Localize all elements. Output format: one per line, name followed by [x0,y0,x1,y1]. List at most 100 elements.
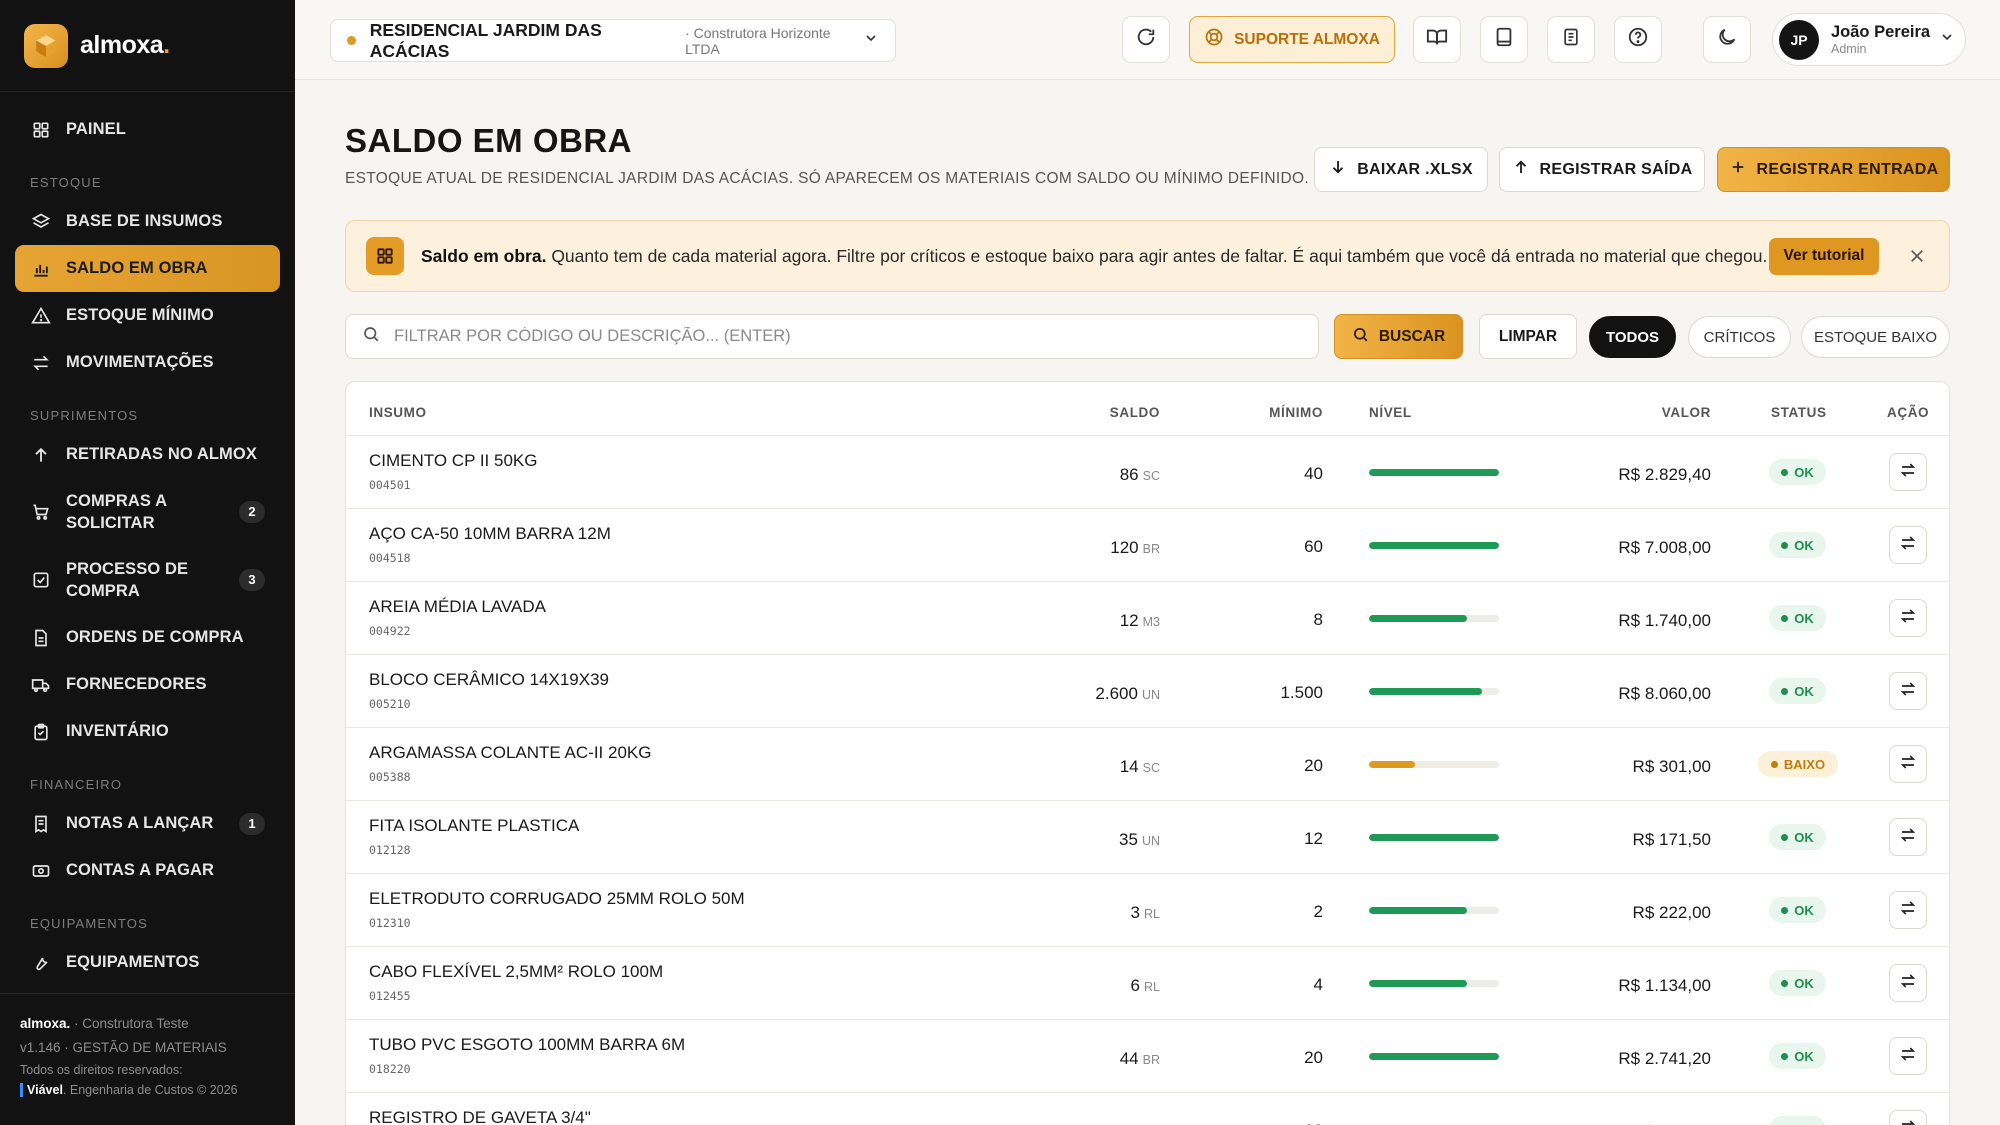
level-bar [1369,469,1499,476]
sidebar-item-label: PROCESSO DE COMPRA [66,560,189,600]
item-code: 005210 [369,697,411,711]
support-button[interactable]: SUPORTE ALMOXA [1189,16,1395,63]
table-row[interactable]: CIMENTO CP II 50KG 004501 86 SC 40 R$ 2.829,4… [346,436,1949,509]
move-button[interactable] [1889,745,1927,783]
level-bar-fill [1369,907,1467,914]
sidebar-item-contas-pagar[interactable]: CONTAS A PAGAR [15,847,280,894]
table-row[interactable]: CABO FLEXÍVEL 2,5MM² ROLO 100M 012455 6 RL 4… [346,947,1949,1020]
sidebar-item-label: BASE DE INSUMOS [66,212,223,230]
item-code: 005388 [369,770,411,784]
item-minimo: 40 [1304,464,1323,483]
cart-icon [30,501,52,523]
sidebar-item-base-insumos[interactable]: BASE DE INSUMOS [15,198,280,245]
move-button[interactable] [1889,1110,1927,1125]
sidebar-item-fornecedores[interactable]: FORNECEDORES [15,661,280,708]
stock-table: INSUMO SALDO MÍNIMO NÍVEL VALOR STATUS A… [345,381,1950,1125]
refresh-button[interactable] [1122,16,1170,63]
sidebar-item-notas-lancar[interactable]: NOTAS A LANÇAR 1 [15,800,280,847]
move-button[interactable] [1889,672,1927,710]
search-button[interactable]: BUSCAR [1334,314,1463,359]
book-button[interactable] [1480,16,1528,63]
sidebar-item-label: MOVIMENTAÇÕES [66,353,214,371]
layers-icon [30,211,52,233]
table-row[interactable]: TUBO PVC ESGOTO 100MM BARRA 6M 018220 44 BR… [346,1020,1949,1093]
download-xlsx-button[interactable]: BAIXAR .XLSX [1314,147,1488,192]
status-badge: OK [1769,532,1826,558]
sidebar-item-movimentacoes[interactable]: MOVIMENTAÇÕES [15,339,280,386]
table-row[interactable]: REGISTRO DE GAVETA 3/4"18UN10R$ 513,00OK [346,1093,1949,1125]
status-label: OK [1794,902,1814,918]
th-insumo[interactable]: INSUMO [369,405,427,420]
register-exit-button[interactable]: REGISTRAR SAÍDA [1499,147,1705,192]
book-open-button[interactable] [1413,16,1461,63]
status-badge: OK [1769,1116,1826,1125]
filter-estoque-baixo[interactable]: ESTOQUE BAIXO [1801,316,1950,358]
sidebar-item-estoque-minimo[interactable]: ESTOQUE MÍNIMO [15,292,280,339]
sidebar-item-painel[interactable]: PAINEL [15,106,280,153]
table-row[interactable]: BLOCO CERÂMICO 14X19X39 005210 2.600 UN 1.50… [346,655,1949,728]
avatar: JP [1779,19,1819,60]
item-name: FITA ISOLANTE PLASTICA [369,816,580,835]
chevron-down-icon [1939,29,1955,50]
sidebar-item-label: COMPRAS A SOLICITAR [66,492,167,532]
brand[interactable]: almoxa. [0,0,295,92]
filter-criticos[interactable]: CRÍTICOS [1688,316,1791,358]
swap-icon [1899,680,1917,703]
sidebar-item-processo-compra[interactable]: PROCESSO DE COMPRA 3 [15,546,280,614]
refresh-icon [1135,26,1157,53]
sidebar-item-retiradas[interactable]: RETIRADAS NO ALMOX [15,431,280,478]
filter-todos[interactable]: TODOS [1589,316,1676,358]
sidebar-item-compras-solicitar[interactable]: COMPRAS A SOLICITAR 2 [15,478,280,546]
table-header: INSUMO SALDO MÍNIMO NÍVEL VALOR STATUS A… [346,382,1949,436]
sidebar-item-saldo-obra[interactable]: SALDO EM OBRA [15,245,280,292]
table-row[interactable]: ARGAMASSA COLANTE AC-II 20KG 005388 14 SC 20… [346,728,1949,801]
sidebar-item-inventario[interactable]: INVENTÁRIO [15,708,280,755]
sidebar-item-equipamentos[interactable]: EQUIPAMENTOS [15,939,280,986]
status-badge: OK [1769,897,1826,923]
clear-button[interactable]: LIMPAR [1479,314,1577,359]
tutorial-button[interactable]: Ver tutorial [1769,237,1879,275]
help-button[interactable] [1614,16,1662,63]
th-minimo[interactable]: MÍNIMO [1269,405,1323,420]
th-valor[interactable]: VALOR [1662,405,1711,420]
level-bar [1369,542,1499,549]
theme-toggle-button[interactable] [1703,16,1751,63]
table-row[interactable]: ELETRODUTO CORRUGADO 25MM ROLO 50M 012310… [346,874,1949,947]
move-button[interactable] [1889,818,1927,856]
move-button[interactable] [1889,453,1927,491]
document-button[interactable] [1547,16,1595,63]
move-button[interactable] [1889,526,1927,564]
move-button[interactable] [1889,964,1927,1002]
register-entry-button[interactable]: REGISTRAR ENTRADA [1717,147,1950,192]
level-bar-fill [1369,834,1499,841]
sidebar-item-ordens-compra[interactable]: ORDENS DE COMPRA [15,614,280,661]
th-saldo[interactable]: SALDO [1110,405,1160,420]
table-row[interactable]: FITA ISOLANTE PLASTICA 012128 35 UN 12 R$ 171… [346,801,1949,874]
user-role: Admin [1831,42,1867,56]
move-button[interactable] [1889,1037,1927,1075]
table-row[interactable]: AÇO CA-50 10MM BARRA 12M 004518 120 BR 60 R$ … [346,509,1949,582]
move-button[interactable] [1889,891,1927,929]
register-exit-label: REGISTRAR SAÍDA [1539,160,1693,178]
item-valor: R$ 2.829,40 [1618,465,1711,484]
project-select[interactable]: RESIDENCIAL JARDIM DAS ACÁCIAS · Constru… [330,19,896,62]
search-field[interactable] [345,314,1319,359]
saldo-unit: BR [1142,542,1160,556]
move-button[interactable] [1889,599,1927,637]
item-name: BLOCO CERÂMICO 14X19X39 [369,670,609,689]
swap-icon [30,352,52,374]
table-row[interactable]: AREIA MÉDIA LAVADA 004922 12 M3 8 R$ 1.740,00… [346,582,1949,655]
user-menu[interactable]: JP João Pereira Admin [1772,13,1966,66]
level-bar-fill [1369,469,1499,476]
item-valor: R$ 1.134,00 [1618,976,1711,995]
item-saldo: 86 SC [1120,465,1160,485]
item-valor: R$ 2.741,20 [1618,1049,1711,1068]
search-input[interactable] [394,327,1302,346]
item-code: 004922 [369,624,411,638]
close-icon[interactable] [1905,244,1929,268]
footer-vendor[interactable]: Viável [20,1083,63,1097]
swap-icon [1899,1118,1917,1125]
footer-rights: Todos os direitos reservados: [20,1063,183,1077]
item-saldo: 3 RL [1131,903,1160,923]
clipboard-icon [30,721,52,743]
